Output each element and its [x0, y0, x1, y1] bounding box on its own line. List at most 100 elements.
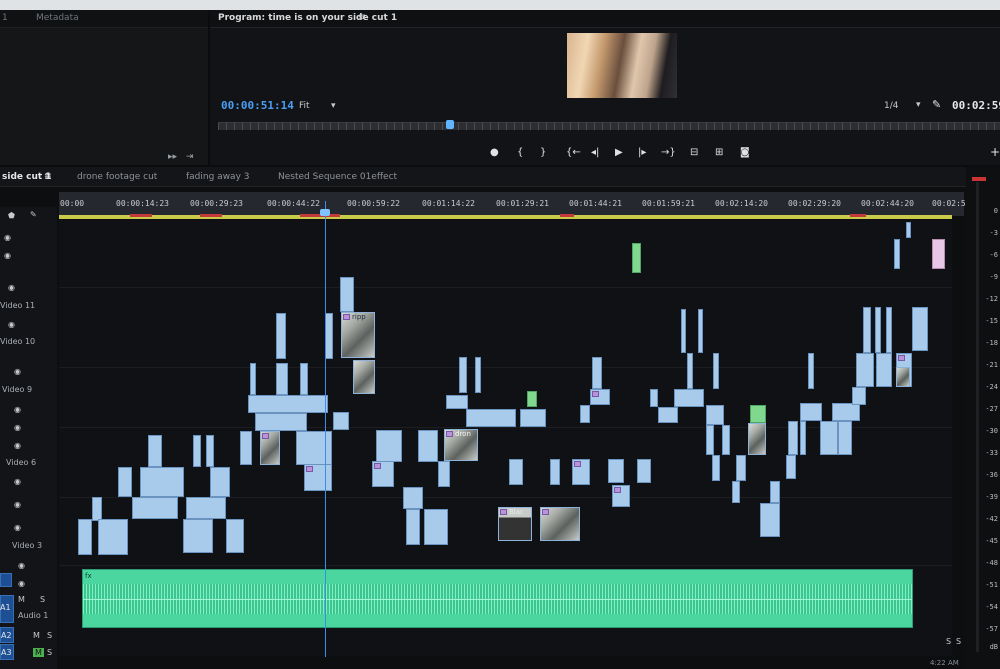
- panel-tab-index[interactable]: 1: [2, 13, 8, 23]
- eye-icon[interactable]: ◉: [14, 500, 21, 509]
- video-clip[interactable]: [838, 421, 852, 455]
- video-clip[interactable]: [706, 405, 724, 425]
- eye-icon[interactable]: ◉: [14, 405, 21, 414]
- video-clip[interactable]: [912, 307, 928, 351]
- audio-target-a3[interactable]: A3: [1, 648, 12, 657]
- video-clip[interactable]: [276, 363, 288, 395]
- program-monitor-title[interactable]: Program: time is on your side cut 1: [218, 13, 397, 23]
- program-panel-menu-icon[interactable]: ≡: [358, 12, 366, 23]
- scrubber-playhead[interactable]: [446, 120, 454, 129]
- video-clip[interactable]: [681, 309, 686, 353]
- video-clip[interactable]: [706, 425, 714, 455]
- video-clip[interactable]: [193, 435, 201, 467]
- go-to-out-icon[interactable]: →}: [661, 147, 676, 158]
- audio-target-a2[interactable]: A2: [1, 631, 12, 640]
- extract-icon[interactable]: ⊞: [715, 147, 723, 158]
- video-clip[interactable]: [226, 519, 244, 553]
- video-clip[interactable]: [260, 431, 280, 465]
- eye-icon[interactable]: ◉: [4, 251, 11, 260]
- video-clip[interactable]: [852, 387, 866, 405]
- video-clip[interactable]: [98, 519, 128, 555]
- resolution-select[interactable]: 1/4: [884, 101, 898, 111]
- solo-toggle[interactable]: S: [47, 631, 52, 640]
- video-clip[interactable]: [148, 435, 162, 467]
- video-clip[interactable]: [424, 509, 448, 545]
- video-clip[interactable]: [250, 363, 256, 395]
- video-clip[interactable]: [509, 459, 523, 485]
- video-clip[interactable]: [446, 395, 468, 409]
- add-marker-icon[interactable]: ●: [490, 147, 499, 158]
- video-clip[interactable]: [612, 485, 630, 507]
- video-clip[interactable]: [687, 353, 693, 389]
- add-button-icon[interactable]: +: [990, 145, 1000, 159]
- wrench-icon[interactable]: ✎: [30, 210, 37, 219]
- eye-icon[interactable]: ◉: [8, 283, 15, 292]
- video-clip[interactable]: [206, 435, 214, 467]
- video-clip[interactable]: [788, 421, 798, 455]
- eye-icon[interactable]: ◉: [14, 423, 21, 432]
- video-clip[interactable]: [750, 405, 766, 423]
- video-clip[interactable]: [248, 395, 328, 413]
- wrench-icon[interactable]: ✎: [932, 98, 941, 111]
- meter-solo-right[interactable]: S: [956, 637, 961, 646]
- video-clip[interactable]: [550, 459, 560, 485]
- video-clip[interactable]: [325, 313, 333, 359]
- track-target-v1[interactable]: [0, 573, 12, 587]
- video-clip[interactable]: [886, 307, 892, 353]
- video-clip[interactable]: [896, 367, 910, 387]
- video-clip[interactable]: [608, 459, 624, 483]
- work-area-bar[interactable]: [59, 215, 952, 219]
- video-clip[interactable]: [418, 430, 438, 462]
- video-clip[interactable]: [863, 307, 871, 353]
- video-clip[interactable]: [340, 277, 354, 312]
- video-clip[interactable]: [255, 413, 307, 431]
- video-clip[interactable]: [637, 459, 651, 483]
- current-timecode[interactable]: 00:00:51:14: [221, 99, 294, 112]
- video-clip[interactable]: [376, 430, 402, 462]
- video-clip[interactable]: [732, 481, 740, 503]
- video-clip[interactable]: [333, 412, 349, 430]
- video-clip[interactable]: [736, 455, 746, 481]
- video-clip[interactable]: [92, 497, 102, 521]
- timeline-playhead-handle[interactable]: [320, 209, 330, 216]
- video-clip[interactable]: [808, 353, 814, 389]
- tab-nested-sequence[interactable]: Nested Sequence 01effect: [278, 172, 397, 182]
- video-clip[interactable]: [459, 357, 467, 393]
- video-clip[interactable]: [800, 403, 822, 421]
- eye-icon[interactable]: ◉: [8, 320, 15, 329]
- video-clip[interactable]: [276, 313, 286, 359]
- video-clip[interactable]: [132, 497, 178, 519]
- video-clip[interactable]: [760, 503, 780, 537]
- video-clip[interactable]: [78, 519, 92, 555]
- video-clip[interactable]: [658, 407, 678, 423]
- zoom-select[interactable]: Fit: [299, 101, 310, 111]
- video-clip[interactable]: [592, 357, 602, 389]
- video-clip[interactable]: [590, 389, 610, 405]
- audio-target-a1[interactable]: A1: [0, 603, 11, 612]
- video-clip[interactable]: [186, 497, 226, 519]
- video-clip[interactable]: [527, 391, 537, 407]
- video-clip[interactable]: [748, 423, 766, 455]
- video-clip[interactable]: [580, 405, 590, 423]
- chevron-down-icon[interactable]: ▾: [916, 100, 921, 110]
- marker-icon[interactable]: ⬟: [8, 211, 15, 220]
- video-clip[interactable]: [353, 360, 375, 394]
- video-clip[interactable]: [210, 467, 230, 497]
- mark-in-icon[interactable]: {: [517, 147, 523, 158]
- export-frame-icon[interactable]: ◙: [740, 147, 750, 158]
- video-clip[interactable]: [475, 357, 481, 393]
- video-clip[interactable]: dron: [444, 429, 478, 461]
- audio-clip[interactable]: fx: [82, 569, 913, 628]
- video-clip[interactable]: [540, 507, 580, 541]
- mute-toggle[interactable]: M: [18, 595, 25, 604]
- solo-toggle[interactable]: S: [47, 648, 52, 657]
- video-clip[interactable]: [770, 481, 780, 503]
- video-clip[interactable]: [894, 239, 900, 269]
- insert-icon[interactable]: ▸▸: [168, 152, 177, 162]
- video-clip[interactable]: [820, 421, 838, 455]
- video-clip[interactable]: [520, 409, 546, 427]
- timeline-panel-menu-icon[interactable]: ≡: [44, 172, 52, 182]
- go-to-in-icon[interactable]: {←: [566, 147, 581, 158]
- video-clip[interactable]: [438, 461, 450, 487]
- video-clip[interactable]: [786, 455, 796, 479]
